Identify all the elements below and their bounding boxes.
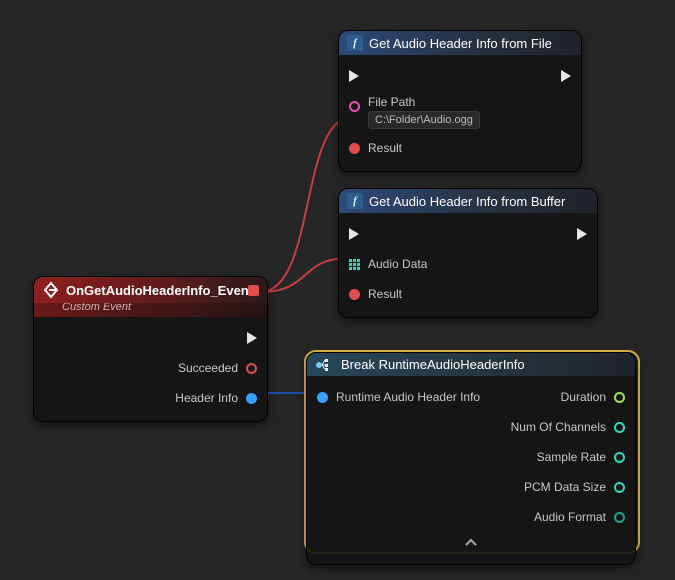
result-row: Result [339, 133, 581, 163]
node-header[interactable]: f Get Audio Header Info from Buffer [339, 189, 597, 213]
node-header[interactable]: OnGetAudioHeaderInfo_Event [34, 277, 267, 303]
audio-format-pin[interactable] [614, 512, 625, 523]
duration-label: Duration [561, 390, 606, 404]
node-body: Runtime Audio Header Info Duration Num O… [307, 376, 635, 564]
file-path-row: File Path C:\Folder\Audio.ogg [339, 91, 581, 133]
result-label: Result [368, 287, 402, 301]
exec-in-pin[interactable] [349, 70, 359, 82]
node-title: Break RuntimeAudioHeaderInfo [341, 357, 525, 372]
audio-data-label: Audio Data [368, 257, 427, 271]
exec-out-pin[interactable] [561, 70, 571, 82]
function-icon: f [347, 35, 363, 51]
runtime-audio-header-info-pin[interactable] [317, 392, 328, 403]
node-body: Succeeded Header Info [34, 317, 267, 421]
custom-event-icon [42, 281, 60, 299]
duration-pin[interactable] [614, 392, 625, 403]
sample-rate-label: Sample Rate [537, 450, 606, 464]
row-4: Audio Format [307, 502, 635, 532]
result-in-pin[interactable] [349, 289, 360, 300]
row-3: PCM Data Size [307, 472, 635, 502]
delegate-out-pin[interactable] [248, 285, 259, 296]
node-subtitle: Custom Event [34, 301, 267, 317]
exec-out-pin[interactable] [247, 332, 257, 344]
audio-format-label: Audio Format [534, 510, 606, 524]
result-in-pin[interactable] [349, 143, 360, 154]
num-of-channels-label: Num Of Channels [511, 420, 606, 434]
succeeded-label: Succeeded [178, 361, 238, 375]
exec-out-pin[interactable] [577, 228, 587, 240]
node-header[interactable]: Break RuntimeAudioHeaderInfo [307, 353, 635, 376]
expand-toggle[interactable] [307, 532, 635, 556]
pcm-data-size-label: PCM Data Size [524, 480, 606, 494]
audio-data-pin[interactable] [349, 259, 360, 270]
node-get-audio-header-info-from-buffer[interactable]: f Get Audio Header Info from Buffer Audi… [338, 188, 598, 318]
succeeded-row: Succeeded [34, 353, 267, 383]
result-row: Result [339, 279, 597, 309]
runtime-audio-header-info-label: Runtime Audio Header Info [336, 390, 480, 404]
exec-in-pin[interactable] [349, 228, 359, 240]
num-of-channels-pin[interactable] [614, 422, 625, 433]
exec-row [339, 219, 597, 249]
row-2: Sample Rate [307, 442, 635, 472]
file-path-pin[interactable] [349, 101, 360, 112]
audio-data-row: Audio Data [339, 249, 597, 279]
break-struct-icon [315, 358, 335, 372]
header-info-pin[interactable] [246, 393, 257, 404]
node-title: OnGetAudioHeaderInfo_Event [66, 283, 253, 298]
node-body: File Path C:\Folder\Audio.ogg Result [339, 55, 581, 171]
file-path-label: File Path [368, 95, 480, 109]
row-1: Num Of Channels [307, 412, 635, 442]
node-on-get-audio-header-info-event[interactable]: OnGetAudioHeaderInfo_Event Custom Event … [33, 276, 268, 422]
file-path-field[interactable]: C:\Folder\Audio.ogg [368, 111, 480, 129]
node-title: Get Audio Header Info from File [369, 36, 552, 51]
exec-row [34, 323, 267, 353]
node-break-runtime-audio-header-info[interactable]: Break RuntimeAudioHeaderInfo Runtime Aud… [306, 352, 636, 565]
node-body: Audio Data Result [339, 213, 597, 317]
exec-row [339, 61, 581, 91]
node-title: Get Audio Header Info from Buffer [369, 194, 565, 209]
function-icon: f [347, 193, 363, 209]
node-header[interactable]: f Get Audio Header Info from File [339, 31, 581, 55]
pcm-data-size-pin[interactable] [614, 482, 625, 493]
header-info-row: Header Info [34, 383, 267, 413]
node-get-audio-header-info-from-file[interactable]: f Get Audio Header Info from File File P… [338, 30, 582, 172]
succeeded-pin[interactable] [246, 363, 257, 374]
header-info-label: Header Info [175, 391, 238, 405]
row-0: Runtime Audio Header Info Duration [307, 382, 635, 412]
result-label: Result [368, 141, 402, 155]
sample-rate-pin[interactable] [614, 452, 625, 463]
